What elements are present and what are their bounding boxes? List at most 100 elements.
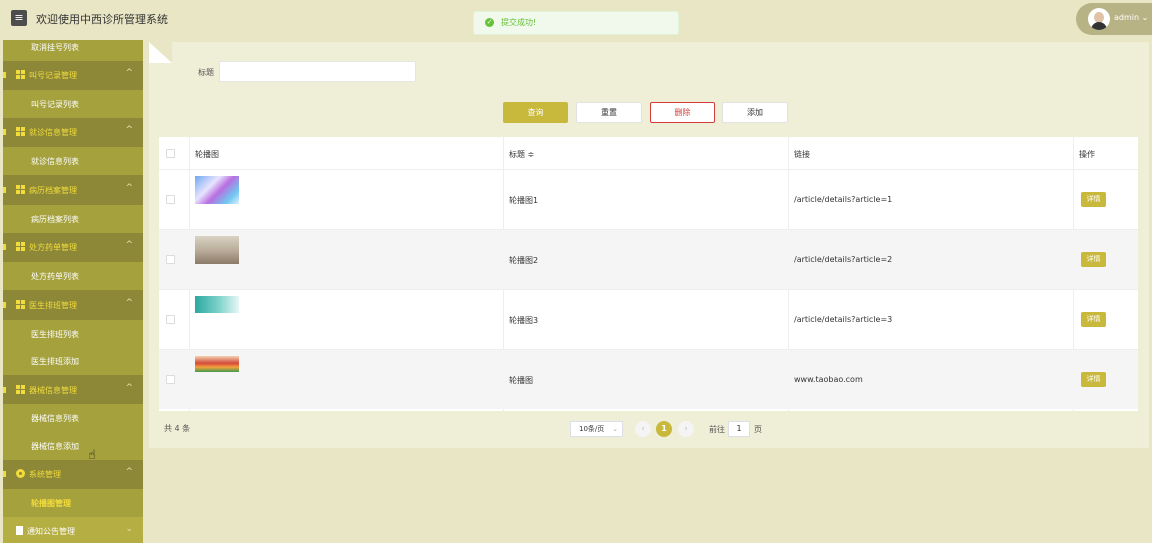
sidebar-group-visit-info[interactable]: 就诊信息管理 ^ — [3, 118, 143, 146]
sidebar-item-label: 医生排班列表 — [31, 330, 79, 339]
select-all-checkbox[interactable] — [166, 149, 175, 158]
sidebar-group-call-records[interactable]: 叫号记录管理 ^ — [3, 61, 143, 89]
chevron-down-icon: ⌄ — [612, 425, 618, 433]
sidebar-group-medical-records[interactable]: 病历档案管理 ^ — [3, 176, 143, 204]
sidebar-item-label: 病历档案管理 — [29, 186, 77, 195]
sidebar-item-label: 器械信息管理 — [29, 386, 77, 395]
grid-icon — [16, 385, 25, 394]
sidebar-item-call-records-list[interactable]: 叫号记录列表 — [3, 90, 143, 118]
chevron-up-icon: ^ — [125, 298, 133, 308]
sidebar-item-label: 取消挂号列表 — [31, 43, 79, 52]
app-title: 欢迎使用中西诊所管理系统 — [36, 13, 168, 26]
row-title: 轮播图2 — [509, 256, 539, 265]
next-page-button[interactable]: › — [678, 421, 694, 437]
gear-icon — [16, 469, 25, 478]
page-size-value: 10条/页 — [579, 425, 605, 433]
prev-page-button[interactable]: ‹ — [635, 421, 651, 437]
sidebar-group-notices[interactable]: 通知公告管理 ⌄ — [3, 517, 143, 543]
sidebar-item-label: 叫号记录管理 — [29, 71, 77, 80]
carousel-thumbnail — [195, 176, 239, 204]
table-row: 轮播图1 /article/details?article=1 详情 — [159, 169, 1138, 229]
sidebar-item-doctor-schedule-list[interactable]: 医生排班列表 — [3, 320, 143, 348]
current-page[interactable]: 1 — [656, 421, 672, 437]
sidebar-item-label: 医生排班管理 — [29, 301, 77, 310]
sidebar-item-label: 医生排班添加 — [31, 357, 79, 366]
row-title: 轮播图3 — [509, 316, 539, 325]
header-ops: 操作 — [1079, 150, 1095, 159]
row-title: 轮播图 — [509, 376, 533, 385]
row-checkbox[interactable] — [166, 195, 175, 204]
sidebar-item-label: 叫号记录列表 — [31, 100, 79, 109]
chevron-up-icon: ^ — [125, 183, 133, 193]
sidebar-item-label: 器械信息添加 — [31, 442, 79, 451]
grid-icon — [16, 127, 25, 136]
chevron-up-icon: ^ — [125, 125, 133, 135]
query-button[interactable]: 查询 — [503, 102, 568, 123]
sidebar-item-medical-records-list[interactable]: 病历档案列表 — [3, 205, 143, 233]
sidebar-item-carousel[interactable]: 轮播图管理 — [3, 489, 143, 517]
sidebar-item-label: 处方药单管理 — [29, 243, 77, 252]
delete-button[interactable]: 删除 — [650, 102, 715, 123]
avatar — [1088, 8, 1110, 30]
pointer-cursor-icon: ☝ — [88, 448, 96, 463]
add-button[interactable]: 添加 — [722, 102, 788, 123]
table-row: 轮播图2 /article/details?article=2 详情 — [159, 229, 1138, 289]
sidebar-group-doctor-schedule[interactable]: 医生排班管理 ^ — [3, 291, 143, 319]
page-size-select[interactable]: 10条/页 ⌄ — [570, 421, 623, 437]
reset-button[interactable]: 重置 — [576, 102, 642, 123]
sidebar-item-label: 通知公告管理 — [27, 527, 75, 536]
row-checkbox[interactable] — [166, 375, 175, 384]
row-link: www.taobao.com — [794, 375, 863, 384]
sidebar-item-label: 就诊信息管理 — [29, 128, 77, 137]
fold-corner — [149, 42, 172, 63]
grid-icon — [16, 185, 25, 194]
row-checkbox[interactable] — [166, 315, 175, 324]
check-circle-icon: ✓ — [485, 18, 494, 27]
hamburger-icon[interactable]: ≡ — [11, 10, 27, 26]
carousel-thumbnail — [195, 356, 239, 372]
row-checkbox[interactable] — [166, 255, 175, 264]
goto-suffix: 页 — [754, 425, 762, 434]
chevron-down-icon: ⌄ — [125, 524, 133, 534]
chevron-up-icon: ^ — [125, 68, 133, 78]
toast-message: 提交成功! — [501, 18, 537, 27]
sidebar-item-label: 器械信息列表 — [31, 414, 79, 423]
sidebar: 取消挂号列表 叫号记录管理 ^ 叫号记录列表 就诊信息管理 ^ 就诊信息列表 病… — [3, 40, 143, 543]
carousel-table: 轮播图 标题 ≑ 链接 操作 轮播图1 /article/details?art… — [159, 137, 1138, 411]
sidebar-item-prescriptions-list[interactable]: 处方药单列表 — [3, 262, 143, 290]
sidebar-item-equipment-add[interactable]: 器械信息添加 — [3, 432, 143, 460]
search-title-input[interactable] — [219, 61, 416, 82]
sidebar-item-doctor-schedule-add[interactable]: 医生排班添加 — [3, 347, 143, 375]
sidebar-item-label: 病历档案列表 — [31, 215, 79, 224]
row-link: /article/details?article=3 — [794, 315, 893, 324]
sidebar-item-label: 轮播图管理 — [31, 499, 71, 508]
row-title: 轮播图1 — [509, 196, 539, 205]
table-row: 轮播图3 /article/details?article=3 详情 — [159, 289, 1138, 349]
header-title[interactable]: 标题 ≑ — [509, 149, 534, 160]
user-menu[interactable]: admin ⌄ — [1076, 3, 1152, 35]
detail-button[interactable]: 详情 — [1081, 372, 1106, 387]
sidebar-item-label: 就诊信息列表 — [31, 157, 79, 166]
table-row: 轮播图 www.taobao.com 详情 — [159, 349, 1138, 409]
row-link: /article/details?article=1 — [794, 195, 893, 204]
sidebar-group-prescriptions[interactable]: 处方药单管理 ^ — [3, 233, 143, 261]
top-header: ≡ 欢迎使用中西诊所管理系统 ✓ 提交成功! admin ⌄ — [0, 0, 1152, 40]
sidebar-group-system[interactable]: 系统管理 ^ — [3, 460, 143, 488]
detail-button[interactable]: 详情 — [1081, 252, 1106, 267]
sidebar-item-equipment-list[interactable]: 器械信息列表 — [3, 404, 143, 432]
chevron-up-icon: ^ — [125, 240, 133, 250]
sidebar-group-equipment[interactable]: 器械信息管理 ^ — [3, 376, 143, 404]
search-title-label: 标题 — [198, 68, 214, 77]
header-link: 链接 — [794, 150, 810, 159]
sidebar-item-visit-info-list[interactable]: 就诊信息列表 — [3, 147, 143, 175]
sidebar-item-cancel-registration-list[interactable]: 取消挂号列表 — [3, 40, 143, 61]
success-toast: ✓ 提交成功! — [473, 11, 679, 35]
grid-icon — [16, 300, 25, 309]
chevron-up-icon: ^ — [125, 467, 133, 477]
detail-button[interactable]: 详情 — [1081, 312, 1106, 327]
chevron-up-icon: ^ — [125, 383, 133, 393]
detail-button[interactable]: 详情 — [1081, 192, 1106, 207]
goto-page-input[interactable]: 1 — [728, 421, 750, 437]
carousel-thumbnail — [195, 296, 239, 313]
header-image: 轮播图 — [195, 150, 219, 159]
